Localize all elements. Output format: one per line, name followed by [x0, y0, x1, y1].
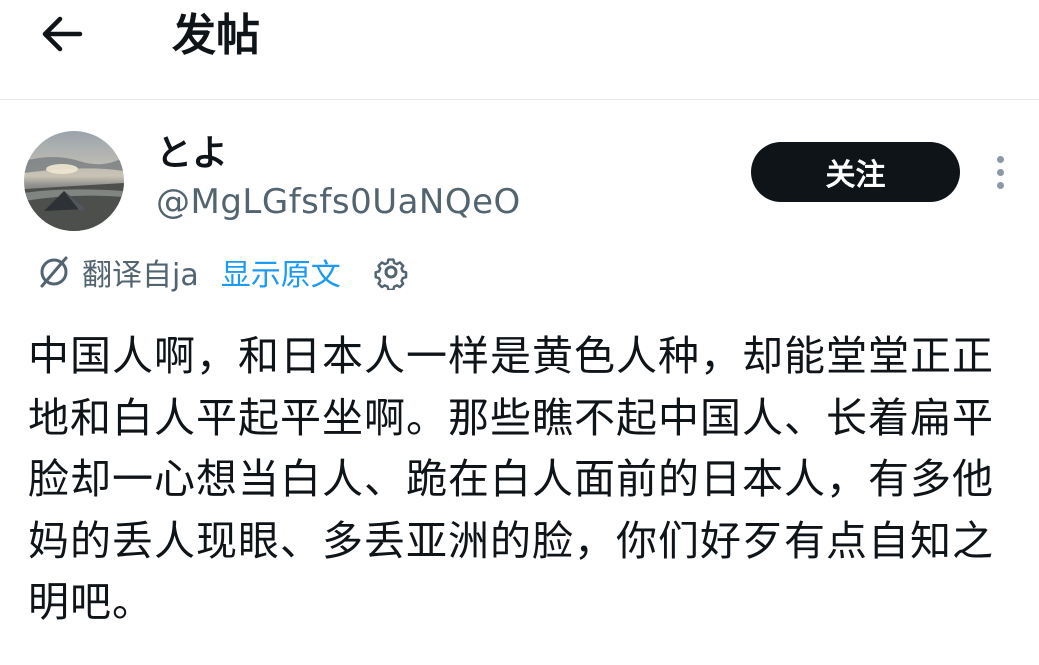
show-original-link[interactable]: 显示原文 [221, 250, 341, 294]
page-title: 发帖 [172, 10, 260, 61]
more-vertical-icon [996, 155, 1004, 163]
more-options-button[interactable] [985, 150, 1015, 194]
arrow-left-icon [42, 16, 83, 52]
follow-button[interactable]: 关注 [751, 142, 960, 202]
avatar[interactable] [24, 131, 124, 231]
post-body-text: 中国人啊，和日本人一样是黄色人种，却能堂堂正正地和白人平起平坐啊。那些瞧不起中国… [28, 332, 994, 626]
translated-from-label: 翻译自ja [82, 258, 199, 293]
user-handle[interactable]: @MgLGfsfs0UaNQeO [156, 180, 521, 224]
back-button[interactable] [36, 12, 88, 56]
display-name[interactable]: とよ [156, 132, 228, 176]
translate-icon [40, 256, 68, 288]
translation-bar: 翻译自ja 显示原文 [36, 250, 409, 294]
gear-icon[interactable] [373, 254, 409, 290]
top-bar: 发帖 [0, 0, 1039, 100]
tent-landscape-avatar [24, 131, 124, 231]
